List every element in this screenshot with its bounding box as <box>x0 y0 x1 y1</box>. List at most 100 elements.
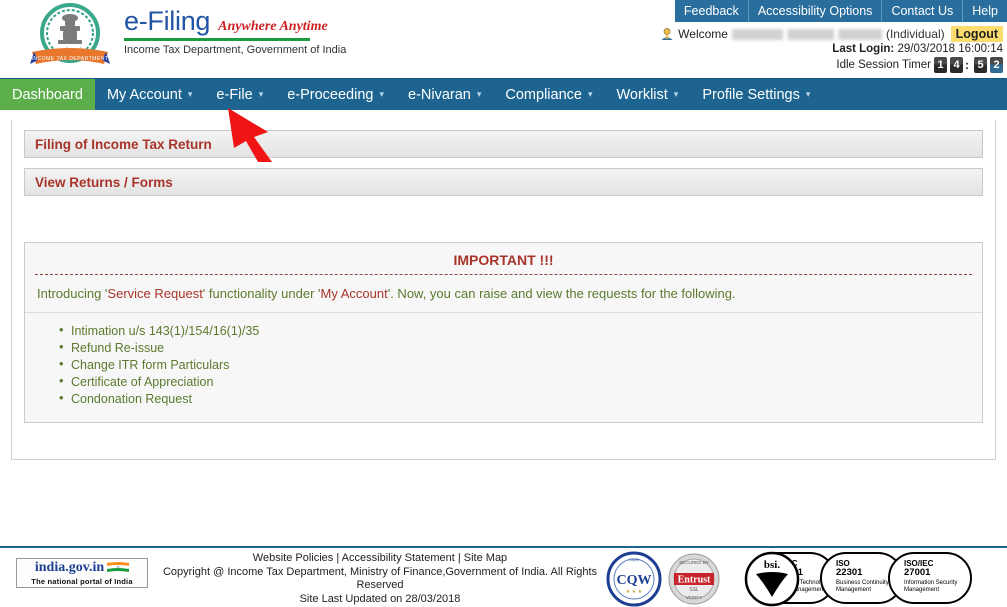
user-name-redacted <box>731 28 882 40</box>
cqw-badge-icon: CQW ★ ★ ★ CQW <box>606 551 662 607</box>
last-login-label: Last Login: <box>832 43 895 55</box>
top-link-accessibility-options[interactable]: Accessibility Options <box>748 0 883 22</box>
brand-title: e-Filing <box>124 6 211 36</box>
site-header: सत्यमेव जयते INCOME TAX DEPARTMENT e-Fil… <box>0 0 1007 78</box>
important-heading: IMPORTANT !!! <box>453 252 554 268</box>
top-links-bar: Feedback Accessibility Options Contact U… <box>674 0 1007 22</box>
entrust-ssl-badge-icon[interactable]: SECURED BY Entrust SSL VERIFY <box>666 551 722 607</box>
chevron-down-icon: ▾ <box>379 89 384 99</box>
lead-part-2: ' functionality under ' <box>202 286 321 301</box>
nav-label-dashboard: Dashboard <box>12 86 83 103</box>
svg-text:CQW: CQW <box>629 557 639 562</box>
accordion-view-returns-forms[interactable]: View Returns / Forms <box>24 168 983 196</box>
top-link-contact-us[interactable]: Contact Us <box>882 0 964 22</box>
brand-underline <box>124 38 310 41</box>
chevron-down-icon: ▾ <box>587 89 593 99</box>
iso-desc-3: Information Security Management <box>904 580 958 593</box>
top-link-help[interactable]: Help <box>963 0 1007 22</box>
footer-last-updated: Site Last Updated on 28/03/2018 <box>299 592 461 605</box>
svg-text:Entrust: Entrust <box>678 575 711 586</box>
brand-tagline: Anywhere Anytime <box>218 19 328 34</box>
nav-label-e-file: e-File <box>216 86 253 103</box>
india-gov-in-logo[interactable]: india.gov.in The national portal of Indi… <box>16 558 148 588</box>
panel-title-filing-itr: Filing of Income Tax Return <box>35 136 212 152</box>
chevron-down-icon: ▾ <box>476 89 482 99</box>
svg-text:INCOME TAX DEPARTMENT: INCOME TAX DEPARTMENT <box>32 56 109 62</box>
india-emblem-icon: सत्यमेव जयते INCOME TAX DEPARTMENT <box>30 3 110 64</box>
top-link-feedback[interactable]: Feedback <box>674 0 749 22</box>
india-portal-subtitle: The national portal of India <box>31 577 133 586</box>
timer-digit-3: 5 <box>974 57 987 73</box>
svg-text:★ ★ ★: ★ ★ ★ <box>626 589 643 595</box>
brand-block: e-Filing Anywhere Anytime Income Tax Dep… <box>124 6 346 56</box>
nav-item-compliance[interactable]: Compliance ▾ <box>493 79 604 110</box>
nav-label-profile-settings: Profile Settings <box>702 86 800 103</box>
timer-digit-2: 4 <box>950 57 963 73</box>
nav-label-compliance: Compliance <box>505 86 582 103</box>
brand-subtitle: Income Tax Department, Government of Ind… <box>124 44 347 56</box>
iso-num-3: 27001 <box>904 567 931 578</box>
svg-text:bsi.: bsi. <box>764 559 780 571</box>
footer-link-accessibility-statement[interactable]: Accessibility Statement <box>342 552 455 564</box>
svg-text:SSL: SSL <box>689 587 699 593</box>
footer-link-website-policies[interactable]: Website Policies <box>253 552 334 564</box>
footer-link-site-map[interactable]: Site Map <box>464 552 507 564</box>
important-items-list: Intimation u/s 143(1)/154/16(1)/35 Refun… <box>25 313 982 422</box>
lead-part-1: Introducing ' <box>37 286 108 301</box>
svg-text:VERIFY: VERIFY <box>686 595 703 600</box>
footer-links-row: Website Policies | Accessibility Stateme… <box>150 552 610 566</box>
nav-label-my-account: My Account <box>106 86 182 103</box>
main-navigation: Dashboard My Account ▾ e-File ▾ e-Procee… <box>0 78 1007 110</box>
list-item[interactable]: Certificate of Appreciation <box>59 373 982 390</box>
footer-sep-2: | <box>457 552 461 564</box>
user-welcome-line: Welcome (Individual) Logout <box>660 26 1003 42</box>
important-lead-text: Introducing 'Service Request' functional… <box>25 275 982 313</box>
nav-item-my-account[interactable]: My Account ▾ <box>95 79 204 110</box>
accordion-filing-of-income-tax-return[interactable]: Filing of Income Tax Return <box>24 130 983 158</box>
svg-text:SECURED BY: SECURED BY <box>679 560 709 565</box>
timer-colon: : <box>965 58 969 72</box>
panel-title-view-returns: View Returns / Forms <box>35 174 173 190</box>
chevron-down-icon: ▾ <box>673 89 679 99</box>
list-item[interactable]: Refund Re-issue <box>59 339 982 356</box>
important-notice-box: IMPORTANT !!! Introducing 'Service Reque… <box>24 242 983 423</box>
certification-badges: CQW ★ ★ ★ CQW SECURED BY Entrust SSL VER… <box>606 551 726 607</box>
nav-label-e-nivaran: e-Nivaran <box>408 86 471 103</box>
nav-item-dashboard[interactable]: Dashboard <box>0 79 95 110</box>
nav-label-worklist: Worklist <box>616 86 668 103</box>
list-item[interactable]: Change ITR form Particulars <box>59 356 982 373</box>
nav-label-e-proceeding: e-Proceeding <box>287 86 374 103</box>
logout-button[interactable]: Logout <box>950 26 1003 42</box>
chevron-down-icon: ▾ <box>258 89 264 99</box>
welcome-label: Welcome <box>678 27 728 41</box>
lead-part-3: '. Now, you can raise and view the reque… <box>387 286 736 301</box>
chevron-down-icon: ▾ <box>805 89 811 99</box>
iso-badge-27001: ISO/IEC 27001 Information Security Manag… <box>888 552 972 604</box>
user-avatar-icon <box>661 28 673 40</box>
list-item[interactable]: Intimation u/s 143(1)/154/16(1)/35 <box>59 322 982 339</box>
lead-highlight-service-request: Service Request <box>107 286 203 301</box>
annotation-arrow-icon <box>228 108 272 162</box>
user-type: (Individual) <box>885 27 945 41</box>
idle-timer-label: Idle Session Timer <box>836 59 931 71</box>
timer-digit-1: 1 <box>934 57 947 73</box>
chevron-down-icon: ▾ <box>187 89 193 99</box>
idle-session-timer: Idle Session Timer 1 4 : 5 2 <box>836 57 1003 73</box>
nav-item-e-nivaran[interactable]: e-Nivaran ▾ <box>396 79 493 110</box>
list-item[interactable]: Condonation Request <box>59 390 982 407</box>
footer-copyright: Copyright @ Income Tax Department, Minis… <box>162 565 598 592</box>
bsi-kitemark-icon: bsi. <box>744 551 800 607</box>
nav-item-profile-settings[interactable]: Profile Settings ▾ <box>690 79 822 110</box>
footer-text-block: Website Policies | Accessibility Stateme… <box>150 552 610 607</box>
last-login-line: Last Login: 29/03/2018 16:00:14 <box>832 43 1003 55</box>
page-root: सत्यमेव जयते INCOME TAX DEPARTMENT e-Fil… <box>0 0 1007 607</box>
footer-sep-1: | <box>336 552 340 564</box>
last-login-value: 29/03/2018 16:00:14 <box>897 43 1003 55</box>
lead-highlight-my-account: My Account <box>320 286 388 301</box>
site-footer: india.gov.in The national portal of Indi… <box>0 546 1007 607</box>
svg-text:CQW: CQW <box>617 573 652 588</box>
main-content-panel: Filing of Income Tax Return View Returns… <box>11 120 996 460</box>
india-flag-icon <box>107 562 130 572</box>
nav-item-worklist[interactable]: Worklist ▾ <box>605 79 691 110</box>
india-portal-name: india.gov.in <box>34 560 105 575</box>
